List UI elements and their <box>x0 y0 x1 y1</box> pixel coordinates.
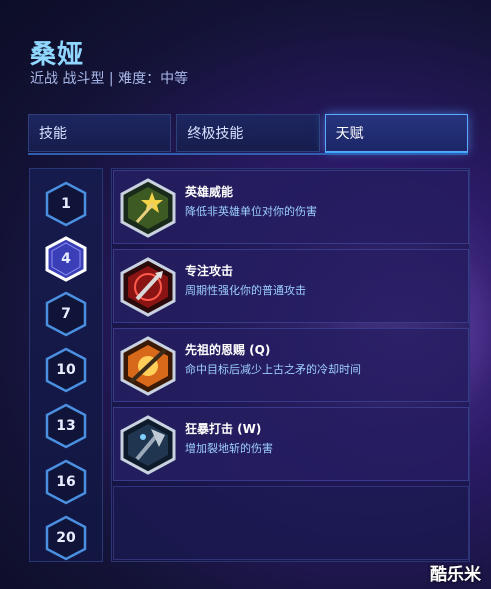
tab-heroic-abilities[interactable]: 终极技能 <box>176 114 320 152</box>
tab-label: 技能 <box>39 126 67 142</box>
level-label: 4 <box>61 251 71 267</box>
level-tier-13[interactable]: 13 <box>30 401 102 451</box>
tab-label: 终极技能 <box>187 126 244 142</box>
tab-label: 天赋 <box>335 126 364 142</box>
level-label: 13 <box>56 418 76 434</box>
level-tier-20[interactable]: 20 <box>30 513 102 563</box>
tab-abilities[interactable]: 技能 <box>28 114 172 152</box>
watermark: 酷乐米 <box>430 565 481 585</box>
level-tier-7[interactable]: 7 <box>30 289 102 339</box>
level-label: 7 <box>61 306 71 322</box>
level-tier-16[interactable]: 16 <box>30 457 102 507</box>
talent-description: 增加裂地斩的伤害 <box>185 442 273 455</box>
level-tier-10[interactable]: 10 <box>30 345 102 395</box>
heroic-might-icon <box>120 178 176 238</box>
talent-title: 英雄威能 <box>185 185 234 199</box>
tab-bar: 技能 终极技能 天赋 <box>28 114 468 154</box>
tab-underline <box>28 153 468 155</box>
talent-title: 先祖的恩赐 (Q) <box>185 343 271 357</box>
level-tier-4[interactable]: 4 <box>30 234 102 284</box>
talent-description: 降低非英雄单位对你的伤害 <box>185 205 317 218</box>
hero-name: 桑娅 <box>30 40 85 70</box>
empty-talent-slot <box>113 486 469 560</box>
talent-row[interactable]: 英雄威能 降低非英雄单位对你的伤害 <box>113 170 469 244</box>
talent-title: 专注攻击 <box>185 264 234 278</box>
talent-row[interactable]: 专注攻击 周期性强化你的普通攻击 <box>113 249 469 323</box>
talent-description: 命中目标后减少上古之矛的冷却时间 <box>185 363 361 376</box>
hero-subtitle: 近战 战斗型 | 难度：中等 <box>30 71 189 87</box>
level-label: 10 <box>56 362 76 378</box>
tab-talents[interactable]: 天赋 <box>324 114 468 152</box>
ancients-blessing-icon <box>120 336 176 396</box>
talent-title: 狂暴打击 (W) <box>185 422 262 436</box>
talent-row[interactable]: 狂暴打击 (W) 增加裂地斩的伤害 <box>113 407 469 481</box>
level-label: 20 <box>56 530 76 546</box>
focused-attack-icon <box>120 257 176 317</box>
talent-level-column: 1 4 7 10 13 16 20 <box>29 168 103 562</box>
talent-description: 周期性强化你的普通攻击 <box>185 284 306 297</box>
level-tier-1[interactable]: 1 <box>30 179 102 229</box>
frenzied-strike-icon <box>120 415 176 475</box>
level-label: 1 <box>61 196 71 212</box>
level-label: 16 <box>56 474 76 490</box>
talent-row[interactable]: 先祖的恩赐 (Q) 命中目标后减少上古之矛的冷却时间 <box>113 328 469 402</box>
